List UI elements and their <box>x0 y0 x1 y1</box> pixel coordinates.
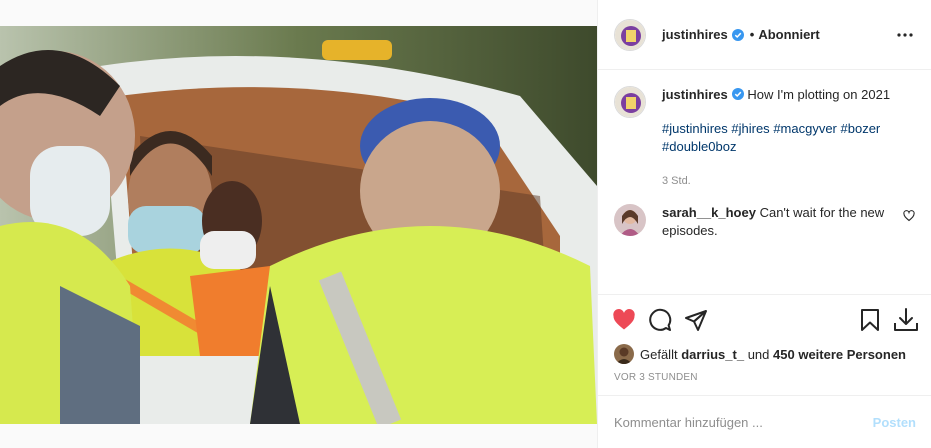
likes-summary: Gefällt darrius_t_ und 450 weitere Perso… <box>598 344 931 364</box>
post-actions-area: Gefällt darrius_t_ und 450 weitere Perso… <box>598 294 931 383</box>
post-side-panel: justinhires • Abonniert justinhires How … <box>597 0 931 448</box>
share-icon[interactable] <box>678 300 714 340</box>
comments-section: justinhires How I'm plotting on 2021 #ju… <box>598 70 931 292</box>
hashtag-list: #justinhires #jhires #macgyver #bozer #d… <box>662 120 915 156</box>
comment-row: sarah__k_hoey Can't wait for the new epi… <box>614 204 915 240</box>
hashtag-link[interactable]: #double0boz <box>662 139 736 154</box>
commenter-avatar[interactable] <box>614 204 646 236</box>
author-avatar[interactable] <box>614 18 646 51</box>
post-photo[interactable] <box>0 26 597 424</box>
likes-others-link[interactable]: 450 weitere Personen <box>773 347 906 362</box>
caption-author-avatar[interactable] <box>614 86 646 118</box>
commenter-username[interactable]: sarah__k_hoey <box>662 205 756 220</box>
caption-text: How I'm plotting on 2021 <box>747 87 891 102</box>
hashtag-link[interactable]: #macgyver <box>773 121 837 136</box>
caption-row: justinhires How I'm plotting on 2021 #ju… <box>614 86 915 190</box>
liker-username[interactable]: darrius_t_ <box>681 347 744 362</box>
caption-username[interactable]: justinhires <box>662 87 728 102</box>
more-options-icon[interactable] <box>895 25 915 45</box>
comment-icon[interactable] <box>642 300 678 340</box>
caption-time[interactable]: 3 Std. <box>662 172 915 190</box>
post-comment-button[interactable]: Posten <box>873 415 916 430</box>
action-bar <box>598 295 931 345</box>
likes-prefix: Gefällt <box>640 346 678 362</box>
verified-icon <box>731 88 744 100</box>
comment-like-icon[interactable] <box>903 210 915 222</box>
download-icon[interactable] <box>888 300 924 340</box>
heart-filled-icon[interactable] <box>606 300 642 340</box>
bookmark-icon[interactable] <box>852 300 888 340</box>
hashtag-link[interactable]: #bozer <box>841 121 881 136</box>
likes-connector: und <box>747 346 770 362</box>
comment-input[interactable] <box>614 414 873 430</box>
hashtag-link[interactable]: #justinhires <box>662 121 728 136</box>
hashtag-link[interactable]: #jhires <box>731 121 769 136</box>
separator-dot: • <box>749 27 755 42</box>
verified-icon <box>731 28 744 41</box>
add-comment-bar: Posten <box>598 395 931 448</box>
liker-avatar[interactable] <box>614 344 634 364</box>
post-header: justinhires • Abonniert <box>598 0 931 70</box>
author-username[interactable]: justinhires <box>662 27 728 42</box>
post-timestamp[interactable]: VOR 3 STUNDEN <box>598 363 931 383</box>
follow-status-button[interactable]: Abonniert <box>758 27 819 42</box>
